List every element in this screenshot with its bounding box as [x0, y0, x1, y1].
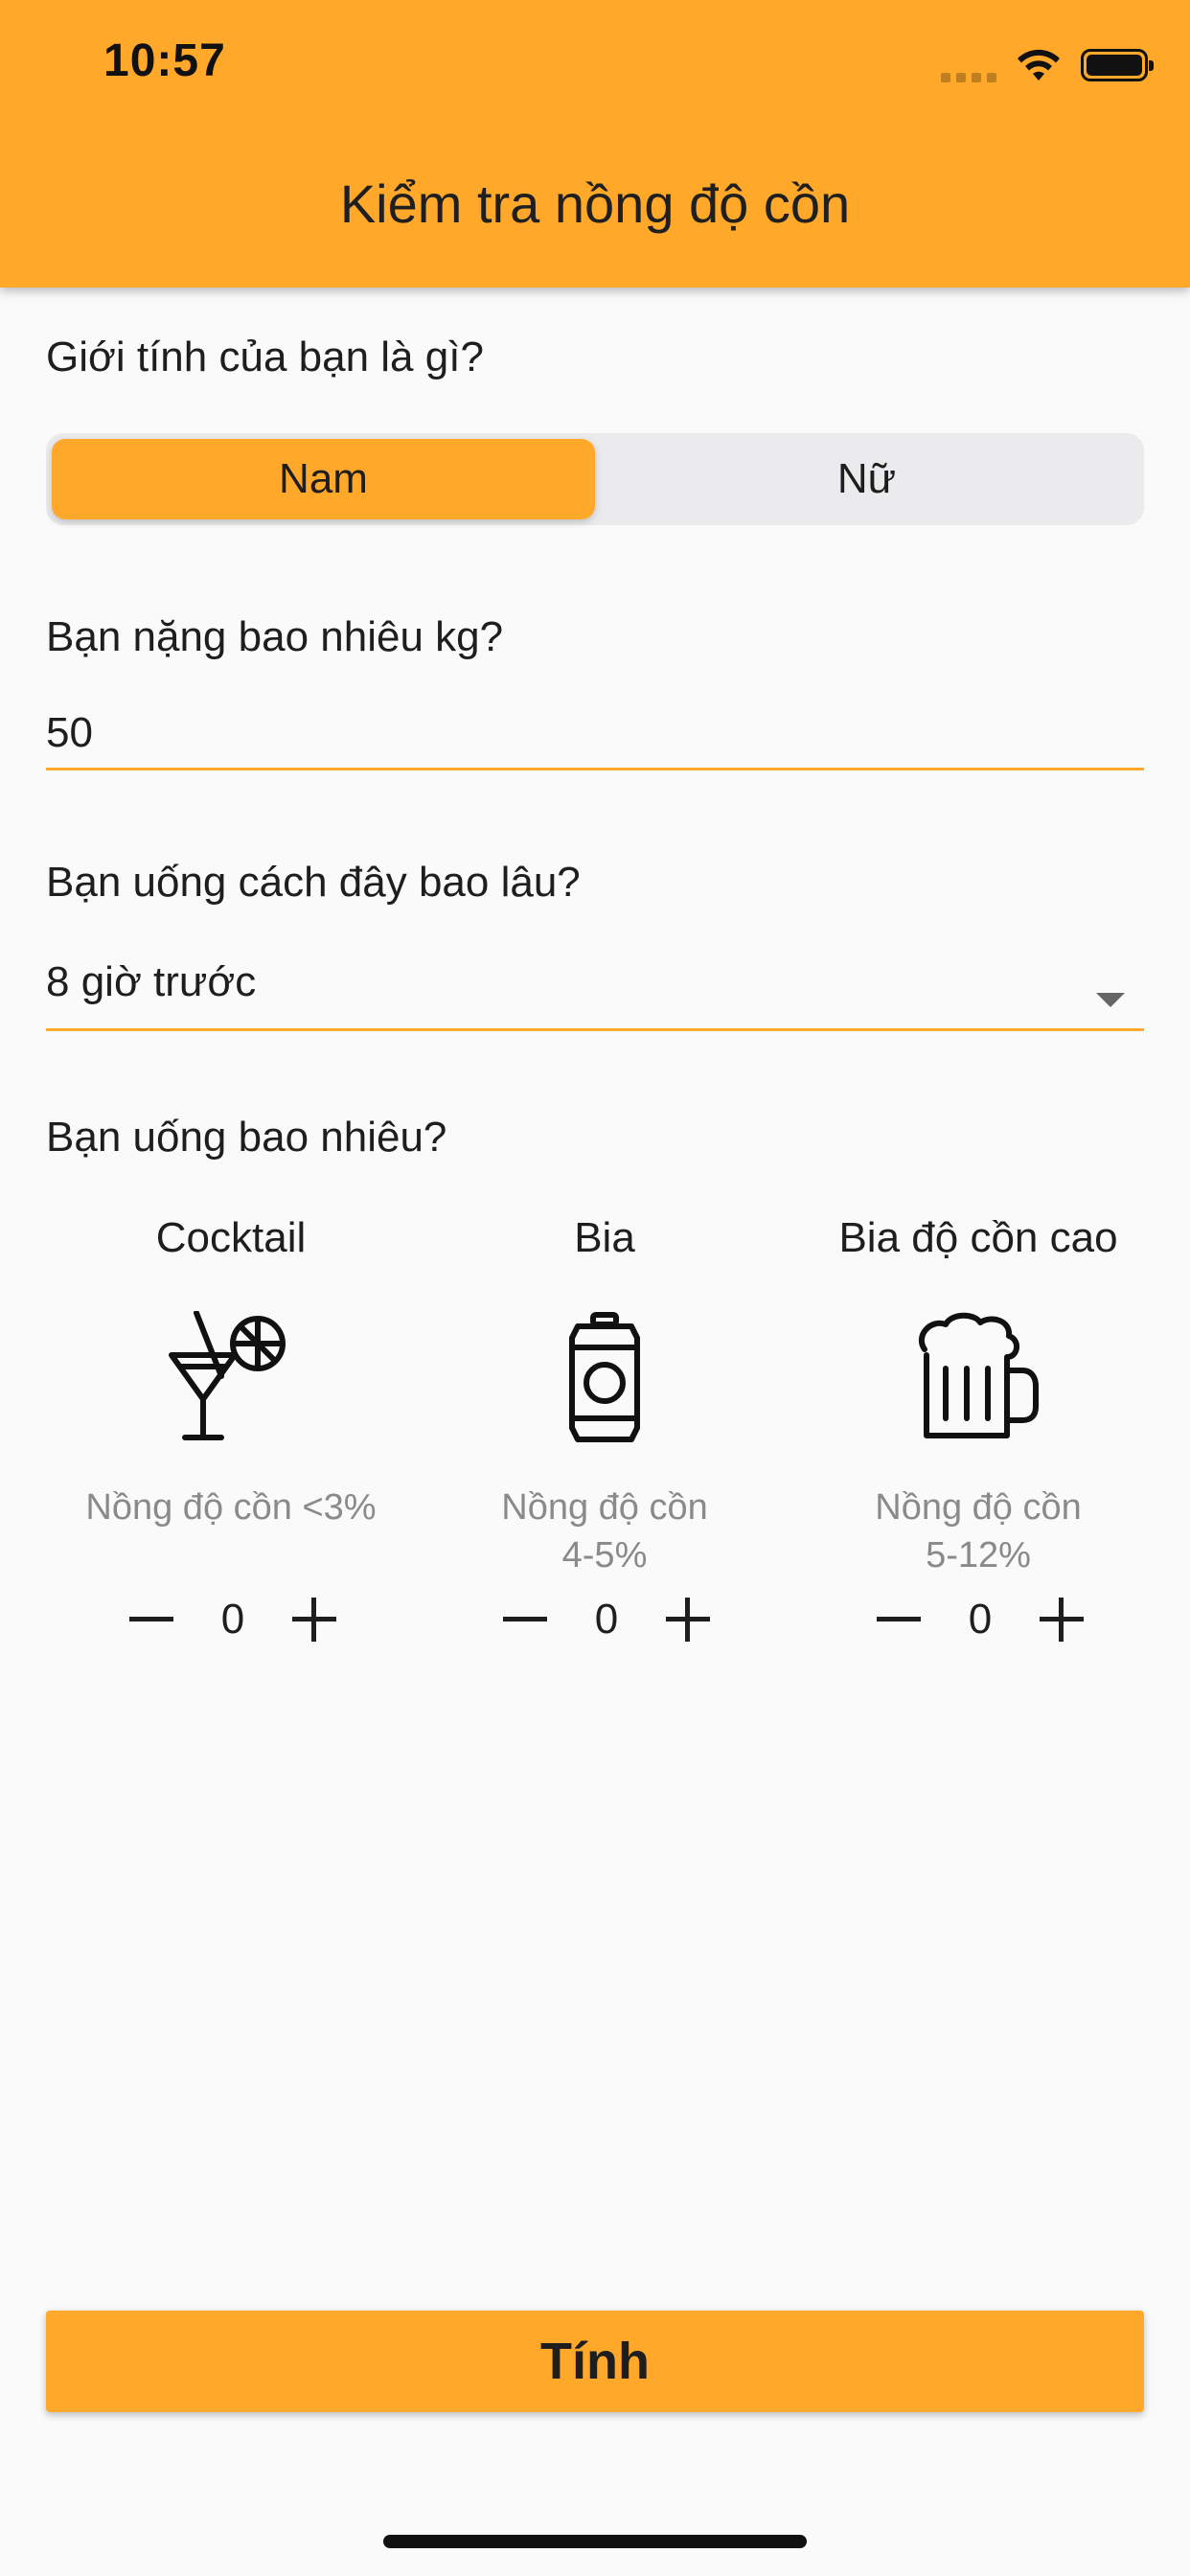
beer-mug-icon: [918, 1312, 1039, 1438]
gender-question: Giới tính của bạn là gì?: [46, 334, 484, 380]
calculate-button[interactable]: Tính: [46, 2311, 1144, 2412]
drink-description: Nồng độ cồn 4-5%: [501, 1487, 708, 1576]
minus-icon[interactable]: [865, 1586, 932, 1653]
cocktail-count: 0: [220, 1596, 245, 1643]
wifi-icon: [1018, 49, 1060, 80]
weight-field-container: [46, 709, 1144, 770]
beer-count: 0: [594, 1596, 619, 1643]
gender-option-male[interactable]: Nam: [52, 439, 595, 519]
status-icons: [941, 42, 1154, 88]
weight-question: Bạn nặng bao nhiêu kg?: [46, 613, 504, 660]
drink-strong-beer: Bia độ cồn cao Nồng độ cồn 5-12%: [795, 1209, 1161, 1579]
beer-can-icon: [569, 1312, 640, 1442]
page-title: Kiểm tra nồng độ cồn: [339, 173, 851, 234]
app-bar: 10:57 Kiểm tra nồng độ cồn: [0, 0, 1190, 288]
cocktail-icon: [169, 1311, 286, 1440]
minus-icon[interactable]: [118, 1586, 185, 1653]
plus-icon[interactable]: [654, 1586, 721, 1653]
drink-name: Bia: [574, 1214, 635, 1261]
drink-name: Cocktail: [155, 1214, 307, 1261]
beer-stepper: 0: [492, 1581, 721, 1658]
cocktail-stepper: 0: [118, 1581, 348, 1658]
drink-name: Bia độ cồn cao: [838, 1214, 1118, 1261]
drink-description: Nồng độ cồn 5-12%: [875, 1487, 1082, 1576]
home-indicator[interactable]: [383, 2535, 807, 2548]
drinks-question: Bạn uống bao nhiêu?: [46, 1114, 447, 1161]
gender-segmented-control: Nam Nữ: [46, 433, 1144, 525]
drink-beer: Bia Nồng độ cồn 4-5%: [422, 1209, 788, 1579]
drink-cocktail: Cocktail Nồng độ cồn <3%: [48, 1209, 414, 1579]
status-time: 10:57: [103, 35, 226, 86]
time-since-dropdown[interactable]: 8 giờ trước: [46, 958, 1144, 1031]
time-since-question: Bạn uống cách đây bao lâu?: [46, 859, 581, 906]
gender-option-female[interactable]: Nữ: [595, 439, 1138, 519]
drink-description: Nồng độ cồn <3%: [85, 1487, 377, 1528]
plus-icon[interactable]: [281, 1586, 348, 1653]
weight-input[interactable]: [46, 709, 1144, 757]
strong-beer-count: 0: [968, 1596, 993, 1643]
time-since-selected: 8 giờ trước: [46, 958, 257, 1005]
strong-beer-stepper: 0: [865, 1581, 1095, 1658]
minus-icon[interactable]: [492, 1586, 559, 1653]
battery-icon: [1081, 49, 1154, 81]
cellular-signal-icon: [941, 63, 996, 82]
plus-icon[interactable]: [1028, 1586, 1095, 1653]
dropdown-arrow-icon: [1096, 993, 1125, 1007]
